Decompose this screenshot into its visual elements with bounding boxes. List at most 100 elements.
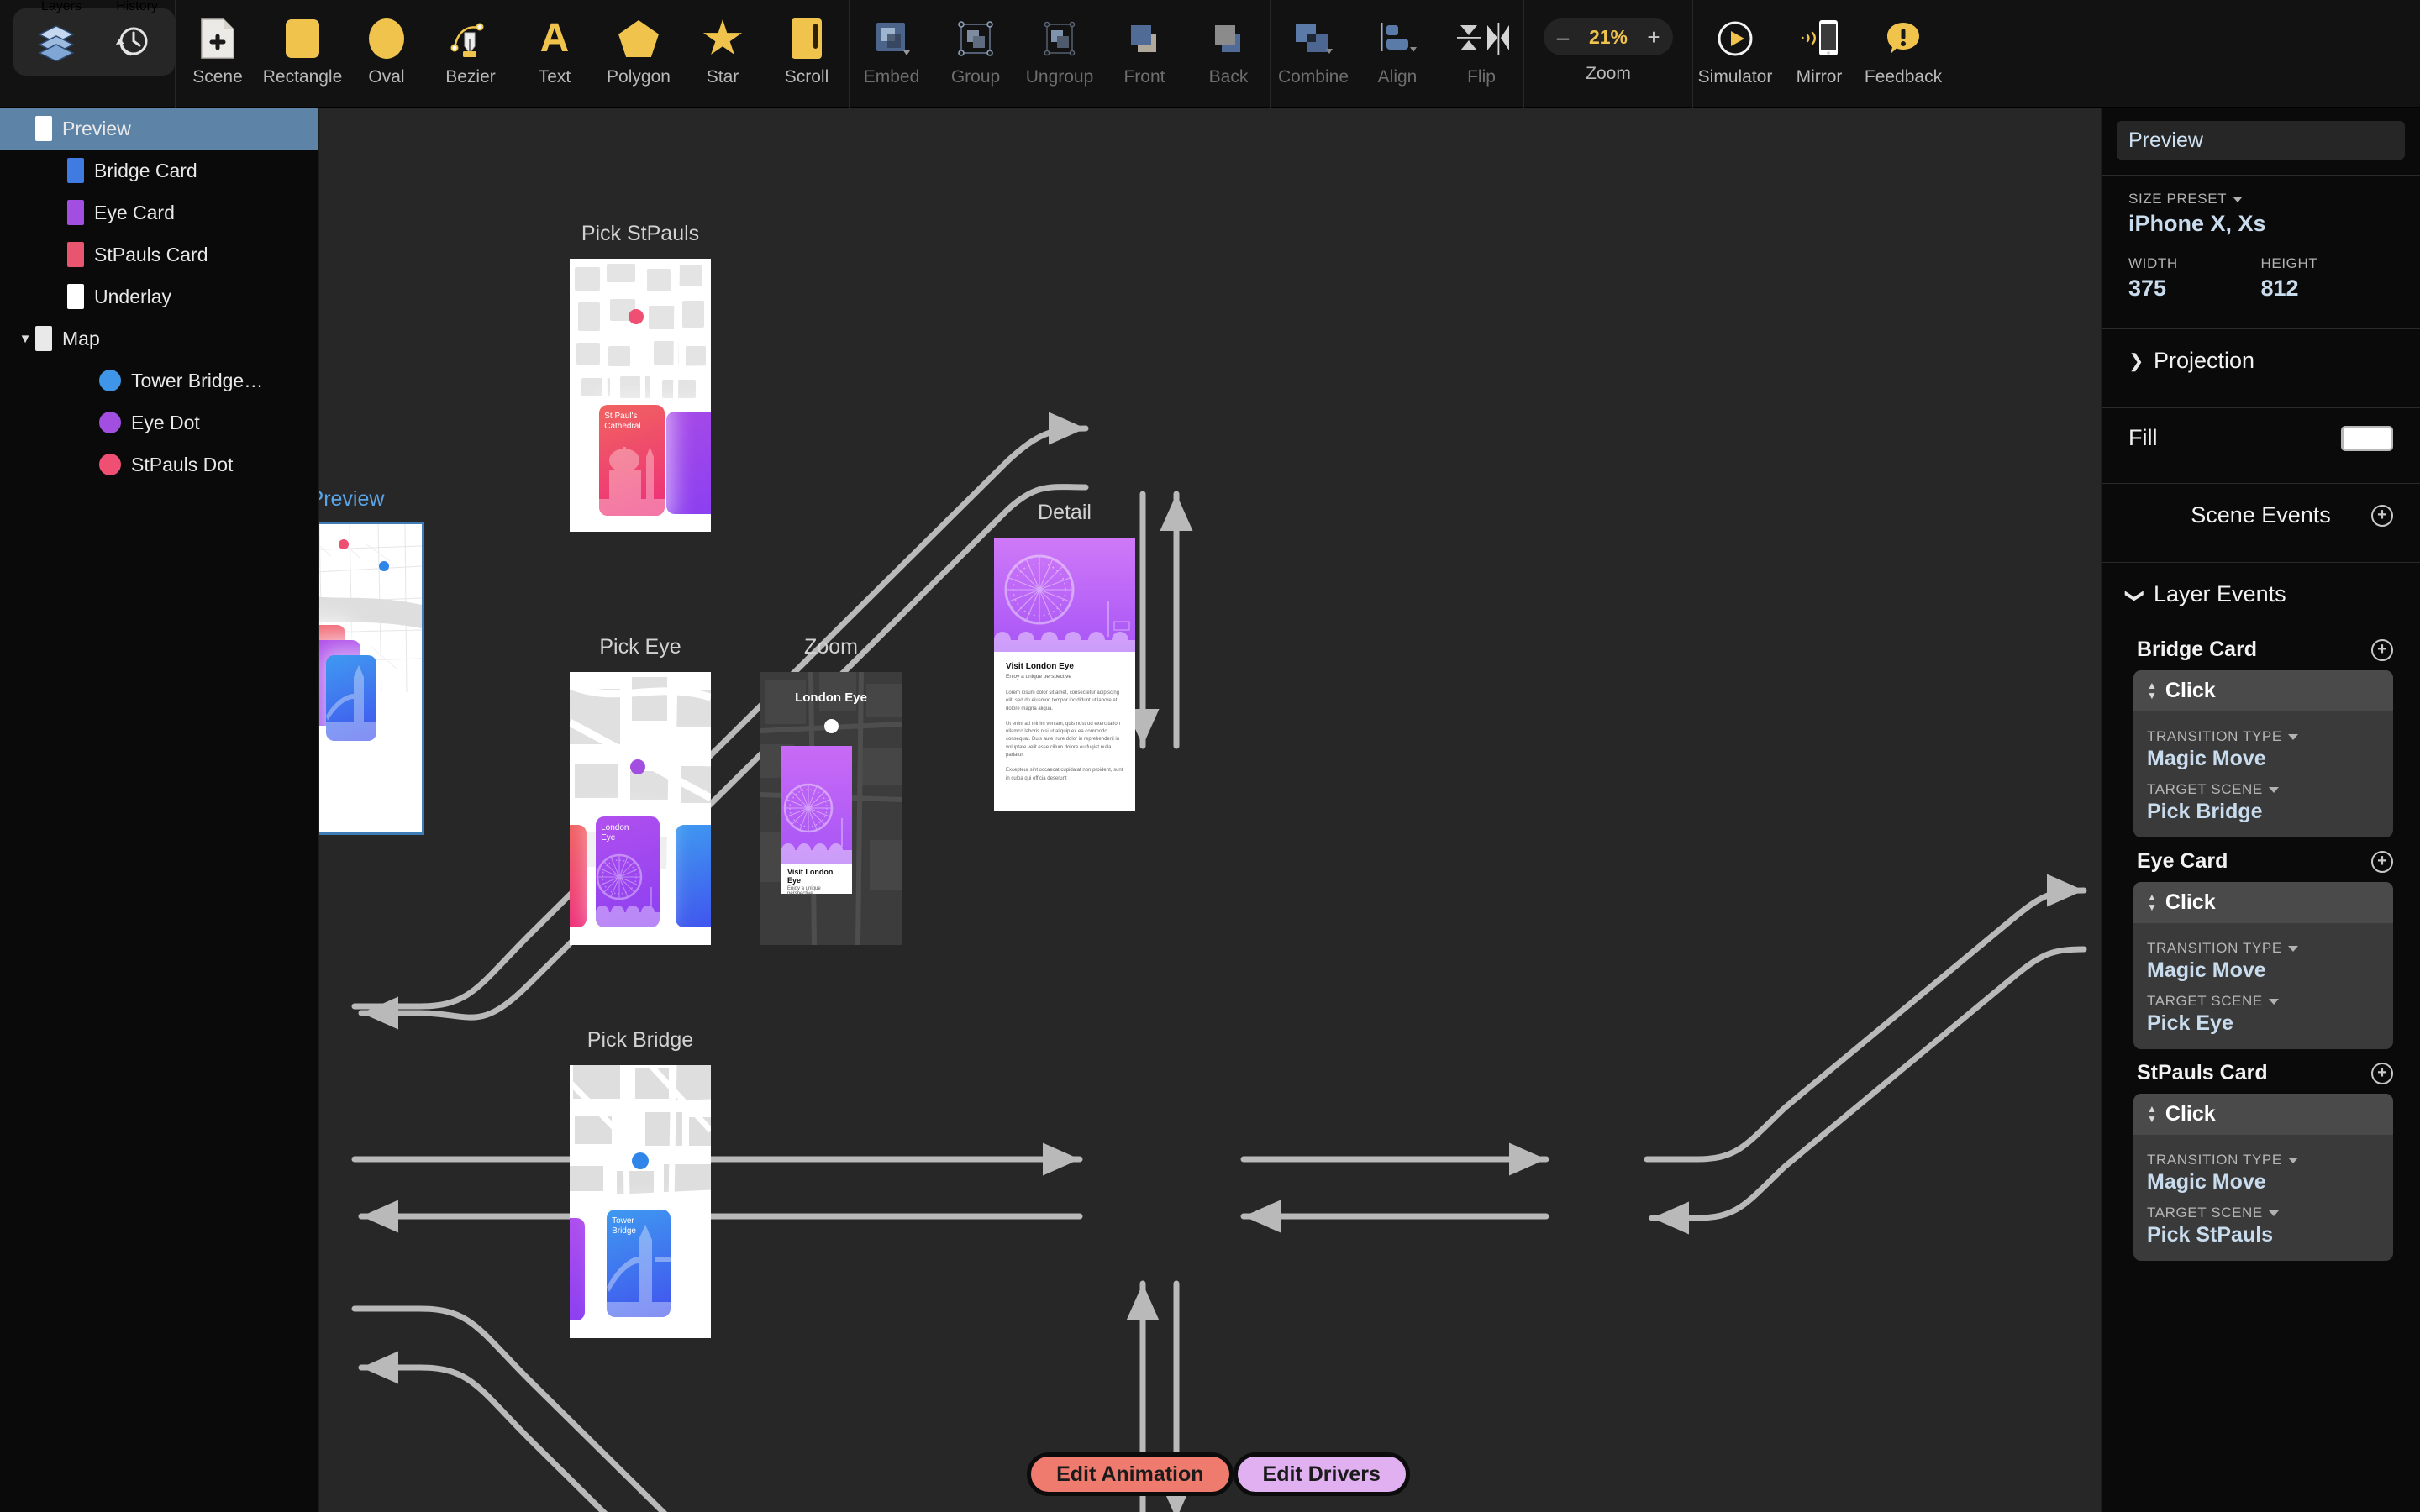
scene-pick-stpauls[interactable]: Pick StPauls St Paul's Cathedral <box>570 222 711 532</box>
eye-card-bridge-scene[interactable] <box>570 1218 585 1320</box>
scene-pick-eye[interactable]: Pick Eye London Eye <box>570 635 711 945</box>
toolbar-item-align[interactable]: Align <box>1355 0 1439 108</box>
stpauls-card[interactable]: St Paul's Cathedral <box>599 405 665 516</box>
stepper-icon[interactable]: ▲ ▼ <box>2147 680 2157 701</box>
toolbar-item-scene[interactable]: Scene <box>176 0 260 108</box>
layer-row-map[interactable]: ▼ Map <box>0 318 318 360</box>
disclosure-triangle-icon[interactable]: ▼ <box>15 332 35 346</box>
layer-color-dot <box>99 370 121 391</box>
toolbar-item-simulator[interactable]: Simulator <box>1693 0 1777 108</box>
add-event-button[interactable]: + <box>2371 1062 2393 1084</box>
target-scene-label: TARGET SCENE <box>2147 1205 2263 1221</box>
layer-row-stpauls-card[interactable]: StPauls Card <box>0 234 318 276</box>
layer-thumbnail <box>67 284 84 309</box>
scene-name-input[interactable]: Preview <box>2117 121 2405 160</box>
toolbar-item-polygon[interactable]: Polygon <box>597 0 681 108</box>
chevron-down-icon[interactable] <box>2268 786 2279 793</box>
toolbar-item-mirror[interactable]: Mirror <box>1777 0 1861 108</box>
zoom-out-button[interactable]: – <box>1554 26 1572 48</box>
zoom-level-value[interactable]: 21% <box>1584 26 1633 49</box>
scene-preview-frame[interactable]: Preview <box>319 487 424 835</box>
bridge-card-thumb[interactable] <box>326 655 376 741</box>
edit-animation-button[interactable]: Edit Animation <box>1027 1452 1234 1496</box>
target-scene-value[interactable]: Pick Eye <box>2147 1011 2380 1036</box>
toolbar-item-text[interactable]: A Text <box>513 0 597 108</box>
feedback-bubble-icon <box>1884 13 1923 64</box>
toolbar-item-oval[interactable]: Oval <box>345 0 429 108</box>
chevron-down-icon[interactable] <box>2268 998 2279 1005</box>
stepper-icon[interactable]: ▲ ▼ <box>2147 892 2157 912</box>
chevron-down-icon[interactable] <box>2287 1157 2298 1163</box>
event-card-body: TRANSITION TYPE Magic Move TARGET SCENE Pic… <box>2133 923 2393 1049</box>
edit-drivers-button[interactable]: Edit Drivers <box>1233 1452 1410 1496</box>
toolbar-item-group[interactable]: Group <box>934 0 1018 108</box>
layer-events-header[interactable]: ❯ Layer Events <box>2102 563 2420 626</box>
eye-card-stpauls-scene[interactable] <box>666 412 711 514</box>
event-trigger-row[interactable]: ▲ ▼ Click <box>2133 882 2393 923</box>
transition-type-value[interactable]: Magic Move <box>2147 1170 2380 1194</box>
transition-type-value[interactable]: Magic Move <box>2147 747 2380 771</box>
toolbar-item-bezier[interactable]: Bezier <box>429 0 513 108</box>
toolbar-item-combine[interactable]: Combine <box>1271 0 1355 108</box>
width-value[interactable]: 375 <box>2128 276 2261 302</box>
event-trigger-row[interactable]: ▲ ▼ Click <box>2133 670 2393 711</box>
event-trigger-row[interactable]: ▲ ▼ Click <box>2133 1094 2393 1135</box>
scene-detail[interactable]: Detail Visit London Eye Enjoy a unique p… <box>994 501 1135 811</box>
width-field[interactable]: WIDTH 375 <box>2128 255 2261 302</box>
projection-section-header[interactable]: ❯ Projection <box>2102 329 2420 392</box>
layer-row-tower-bridge[interactable]: Tower Bridge… <box>0 360 318 402</box>
bridge-card-eye-scene[interactable] <box>676 825 711 927</box>
event-trigger-value: Click <box>2165 679 2216 702</box>
target-scene-value[interactable]: Pick StPauls <box>2147 1223 2380 1247</box>
toolbar-item-star[interactable]: Star <box>681 0 765 108</box>
height-value[interactable]: 812 <box>2261 276 2394 302</box>
bridge-card[interactable]: Tower Bridge <box>607 1210 671 1317</box>
add-event-button[interactable]: + <box>2371 850 2393 873</box>
layer-row-eye-card[interactable]: Eye Card <box>0 192 318 234</box>
toolbar-item-back[interactable]: Back <box>1186 0 1270 108</box>
scene-canvas[interactable]: Preview <box>319 108 2101 1512</box>
chevron-down-icon[interactable] <box>2287 733 2298 740</box>
stpauls-card-eye-scene[interactable] <box>570 825 587 927</box>
size-preset-value[interactable]: iPhone X, Xs <box>2128 211 2393 237</box>
scene-events-header[interactable]: Scene Events + <box>2102 484 2420 547</box>
layer-event-groups: Bridge Card + ▲ ▼ Click TRANSITION TYPE Magic … <box>2102 626 2420 1261</box>
height-field[interactable]: HEIGHT 812 <box>2261 255 2394 302</box>
chevron-down-icon[interactable] <box>2268 1210 2279 1216</box>
zoom-in-button[interactable]: + <box>1644 26 1663 48</box>
toolbar-item-rectangle[interactable]: Rectangle <box>260 0 345 108</box>
size-preset-label-row[interactable]: SIZE PRESET <box>2128 191 2393 207</box>
layer-row-preview[interactable]: Preview <box>0 108 318 150</box>
toolbar-item-flip[interactable]: Flip <box>1439 0 1523 108</box>
target-scene-label-row: TARGET SCENE <box>2147 993 2380 1010</box>
layer-row-underlay[interactable]: Underlay <box>0 276 318 318</box>
event-card-body: TRANSITION TYPE Magic Move TARGET SCENE Pic… <box>2133 711 2393 837</box>
layer-row-stpauls-dot[interactable]: StPauls Dot <box>0 444 318 486</box>
zoom-control[interactable]: –21% + <box>1544 18 1673 55</box>
layer-label: StPauls Dot <box>131 453 234 475</box>
toolbar-item-ungroup[interactable]: Ungroup <box>1018 0 1102 108</box>
chevron-down-icon[interactable] <box>2287 945 2298 952</box>
layer-row-eye-dot[interactable]: Eye Dot <box>0 402 318 444</box>
transition-type-value[interactable]: Magic Move <box>2147 958 2380 983</box>
toolbar-item-feedback[interactable]: Feedback <box>1861 0 1945 108</box>
toolbar-item-front[interactable]: Front <box>1102 0 1186 108</box>
toolbar-item-embed[interactable]: Embed <box>850 0 934 108</box>
eye-card[interactable]: London Eye <box>596 816 660 927</box>
add-scene-event-button[interactable]: + <box>2371 504 2393 527</box>
layer-thumbnail <box>35 116 52 141</box>
scene-zoom[interactable]: Zoom London Eye Visit London Eye Enjoy a… <box>760 635 902 945</box>
layer-row-bridge-card[interactable]: Bridge Card <box>0 150 318 192</box>
toolbar-item-scroll[interactable]: Scroll <box>765 0 849 108</box>
chevron-down-icon[interactable] <box>2233 196 2244 202</box>
scene-pick-bridge[interactable]: Pick Bridge Tower Bridge <box>570 1028 711 1338</box>
toolbar-group-zoom: –21% + Zoom <box>1524 0 1692 108</box>
layer-thumbnail <box>35 326 52 351</box>
layer-label: Map <box>62 327 100 349</box>
fill-color-swatch[interactable] <box>2341 425 2393 451</box>
align-icon <box>1376 13 1418 64</box>
target-scene-value[interactable]: Pick Bridge <box>2147 800 2380 824</box>
add-event-button[interactable]: + <box>2371 638 2393 661</box>
stepper-icon[interactable]: ▲ ▼ <box>2147 1104 2157 1124</box>
pin-eye-zoom <box>824 719 839 733</box>
